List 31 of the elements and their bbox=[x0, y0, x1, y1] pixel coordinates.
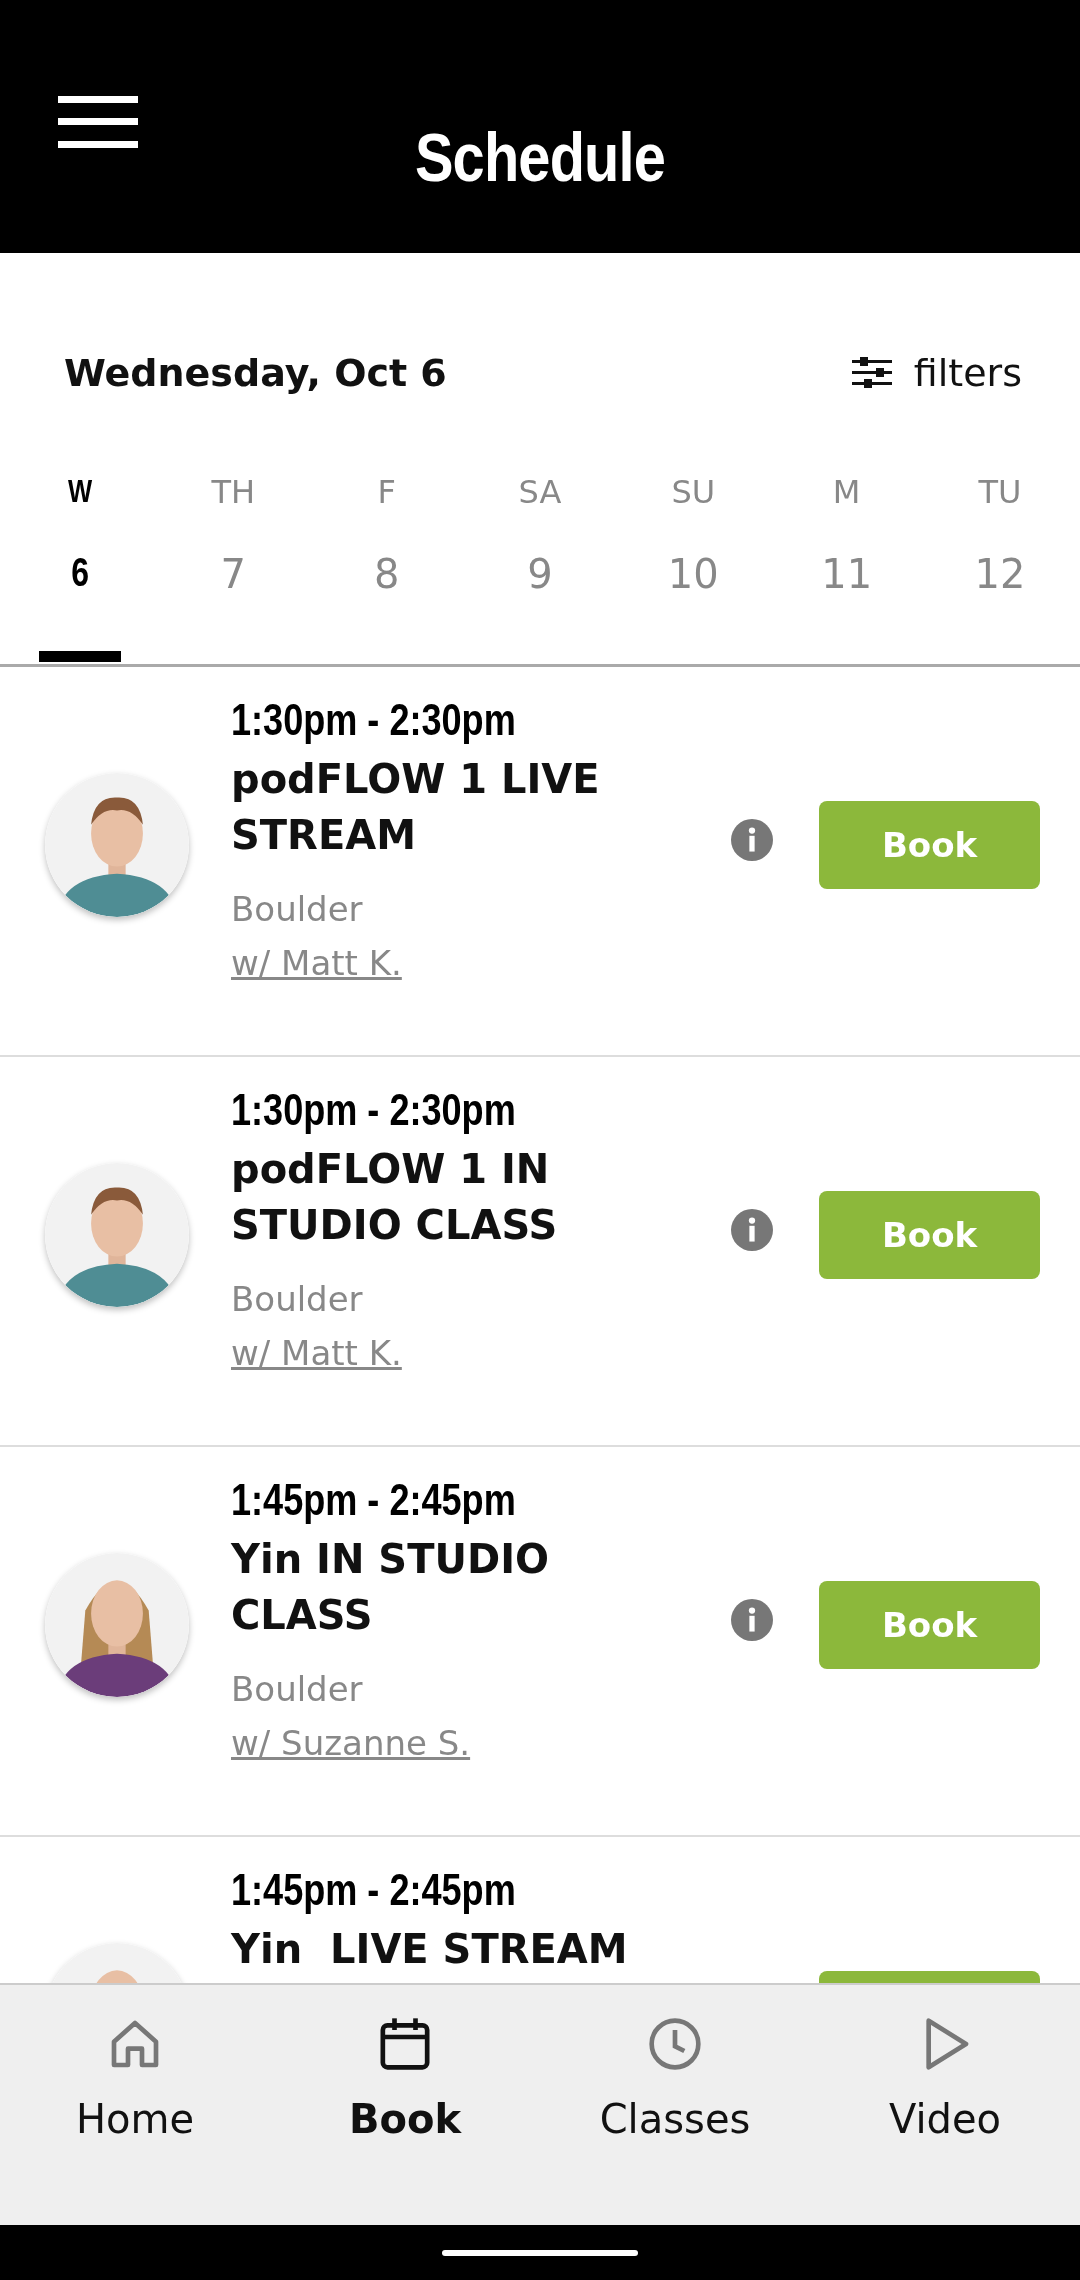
nav-tab[interactable]: Classes bbox=[555, 2015, 795, 2143]
class-time: 1:30pm - 2:30pm bbox=[231, 695, 516, 745]
instructor-link[interactable]: w/ Suzanne S. bbox=[231, 1723, 471, 1763]
day-tab[interactable]: TH 7 bbox=[183, 463, 284, 664]
class-time: 1:30pm - 2:30pm bbox=[231, 1085, 516, 1135]
class-time: 1:45pm - 2:45pm bbox=[231, 1475, 516, 1525]
class-title: podFLOW 1 IN STUDIO CLASS bbox=[231, 1145, 559, 1250]
class-title: Yin LIVE STREAM bbox=[231, 1925, 629, 1974]
book-button[interactable]: Book bbox=[819, 801, 1040, 889]
date-heading: Wednesday, Oct 6 bbox=[64, 351, 447, 395]
class-title: Yin IN STUDIO CLASS bbox=[231, 1535, 551, 1640]
nav-tab[interactable]: Home bbox=[15, 2015, 255, 2143]
day-tab[interactable]: SU 10 bbox=[643, 463, 744, 664]
screen-title: Schedule bbox=[413, 118, 667, 196]
day-tab[interactable]: TU 12 bbox=[949, 463, 1050, 664]
day-tab[interactable]: W 6 bbox=[30, 463, 130, 664]
nav-tab[interactable]: Video bbox=[825, 2015, 1065, 2143]
class-location: Boulder bbox=[231, 1669, 363, 1709]
book-button[interactable]: Book bbox=[819, 1191, 1040, 1279]
class-location: Boulder bbox=[231, 889, 363, 929]
instructor-link[interactable]: w/ Matt K. bbox=[231, 943, 402, 983]
class-title: podFLOW 1 LIVE STREAM bbox=[231, 755, 601, 860]
filters-button[interactable]: filters bbox=[851, 351, 1022, 395]
book-button[interactable]: Book bbox=[819, 1581, 1040, 1669]
instructor-link[interactable]: w/ Matt K. bbox=[231, 1333, 402, 1373]
class-time: 1:45pm - 2:45pm bbox=[231, 1865, 516, 1915]
class-location: Boulder bbox=[231, 1279, 363, 1319]
nav-tab[interactable]: Book bbox=[285, 2015, 525, 2143]
day-tab[interactable]: SA 9 bbox=[490, 463, 590, 664]
day-tab[interactable]: F 8 bbox=[336, 463, 437, 664]
day-tab[interactable]: M 11 bbox=[796, 463, 897, 664]
